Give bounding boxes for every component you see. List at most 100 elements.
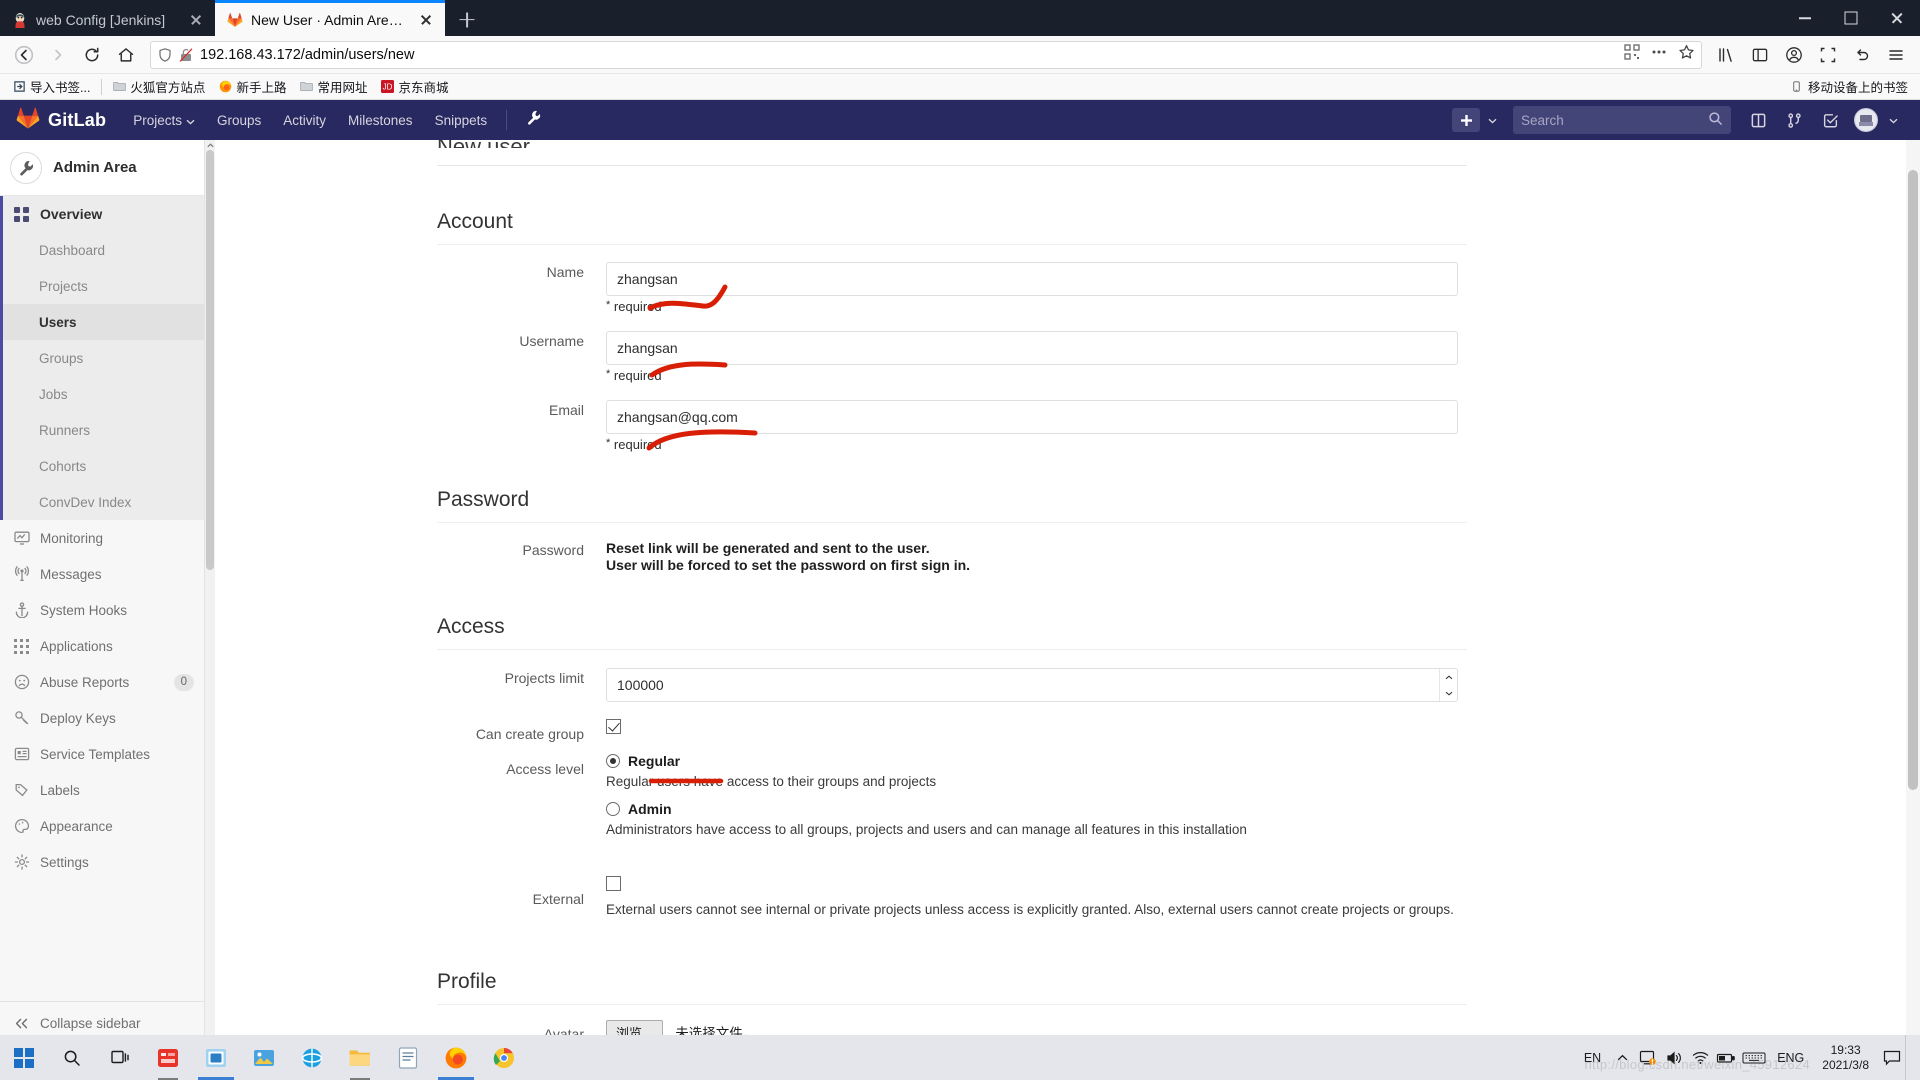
sidebar-context-header[interactable]: Admin Area <box>0 140 204 196</box>
page-scrollbar-thumb[interactable] <box>1908 170 1918 790</box>
sidebar-item-labels[interactable]: Labels <box>0 772 204 808</box>
sidebar-scrollbar-thumb[interactable] <box>206 150 214 570</box>
app-notepad-icon[interactable] <box>384 1035 432 1080</box>
gitlab-logo[interactable]: GitLab <box>8 106 122 134</box>
username-input[interactable]: zhangsan <box>606 331 1458 365</box>
name-input[interactable]: zhangsan <box>606 262 1458 296</box>
sidebar-item-settings[interactable]: Settings <box>0 844 204 880</box>
admin-radio[interactable] <box>606 802 620 816</box>
page-actions-icon[interactable] <box>1650 44 1668 65</box>
task-view-icon[interactable] <box>96 1035 144 1080</box>
close-icon[interactable] <box>417 11 435 29</box>
sidebar-item-service-templates[interactable]: Service Templates <box>0 736 204 772</box>
bookmark-mobile[interactable]: 移动设备上的书签 <box>1791 77 1914 96</box>
screenshot-icon[interactable] <box>1812 40 1844 70</box>
app-ie-icon[interactable] <box>288 1035 336 1080</box>
forward-icon[interactable] <box>42 40 74 70</box>
sidebar-item-system-hooks[interactable]: System Hooks <box>0 592 204 628</box>
status-badge: 0 <box>173 673 194 691</box>
nav-link-groups[interactable]: Groups <box>206 100 272 140</box>
can-create-group-checkbox[interactable] <box>606 719 621 735</box>
search-input[interactable]: Search <box>1513 106 1731 134</box>
site-identity[interactable] <box>157 47 194 63</box>
sidebar-group-overview: Overview Dashboard Projects Users Groups… <box>0 196 204 520</box>
sidebar-item-deploy-keys[interactable]: Deploy Keys <box>0 700 204 736</box>
sidebar-item-monitoring[interactable]: Monitoring <box>0 520 204 556</box>
regular-radio[interactable] <box>606 754 620 768</box>
nav-link-snippets[interactable]: Snippets <box>424 100 499 140</box>
app-firefox-icon[interactable] <box>432 1035 480 1080</box>
sidebar-item-abuse-reports[interactable]: Abuse Reports 0 <box>0 664 204 700</box>
nav-link-milestones[interactable]: Milestones <box>337 100 424 140</box>
user-menu-button[interactable] <box>1849 103 1883 137</box>
new-tab-button[interactable] <box>449 3 485 36</box>
sidebar-toggle-icon[interactable] <box>1744 40 1776 70</box>
email-input[interactable]: zhangsan@qq.com <box>606 400 1458 434</box>
sidebar-item-convdev-index[interactable]: ConvDev Index <box>3 484 204 520</box>
window-close-button[interactable] <box>1874 0 1920 36</box>
sidebar-item-overview[interactable]: Overview <box>3 196 204 232</box>
sidebar-item-runners[interactable]: Runners <box>3 412 204 448</box>
scroll-up-arrow-icon[interactable] <box>205 140 215 150</box>
taskbar-clock[interactable]: 19:33 2021/3/8 <box>1812 1043 1879 1073</box>
library-icon[interactable] <box>1710 40 1742 70</box>
search-icon[interactable] <box>48 1035 96 1080</box>
access-level-option-regular[interactable]: Regular <box>606 753 1606 769</box>
app-explorer-icon[interactable] <box>336 1035 384 1080</box>
bookmark-getting-started[interactable]: 新手上路 <box>212 75 293 98</box>
home-icon[interactable] <box>110 40 142 70</box>
admin-area-button[interactable] <box>515 109 552 131</box>
close-icon[interactable] <box>187 11 205 29</box>
sidebar-item-appearance[interactable]: Appearance <box>0 808 204 844</box>
todos-icon[interactable] <box>1813 103 1847 137</box>
app-vmware-icon[interactable] <box>192 1035 240 1080</box>
merge-requests-icon[interactable] <box>1777 103 1811 137</box>
sidebar-item-cohorts[interactable]: Cohorts <box>3 448 204 484</box>
hamburger-menu-icon[interactable] <box>1880 40 1912 70</box>
wrench-icon <box>525 109 542 131</box>
show-desktop-button[interactable] <box>1905 1035 1914 1080</box>
browser-tab-gitlab[interactable]: New User · Admin Area · GitLab <box>215 0 445 36</box>
sidebar-item-users[interactable]: Users <box>3 304 204 340</box>
reader-qr-icon[interactable] <box>1624 44 1640 65</box>
stepper-down-icon[interactable] <box>1440 685 1457 701</box>
maximize-button[interactable] <box>1828 0 1874 36</box>
sidebar-item-applications[interactable]: Applications <box>0 628 204 664</box>
nav-link-label: Projects <box>133 112 182 128</box>
app-video-icon[interactable] <box>144 1035 192 1080</box>
sidebar-item-messages[interactable]: Messages <box>0 556 204 592</box>
notification-icon[interactable] <box>1879 1035 1905 1080</box>
access-level-option-admin[interactable]: Admin <box>606 801 1606 817</box>
browser-tab-jenkins[interactable]: web Config [Jenkins] <box>0 3 215 36</box>
nav-link-projects[interactable]: Projects <box>122 100 206 140</box>
sidebar-scrollbar[interactable] <box>205 140 215 1045</box>
back-icon[interactable] <box>8 40 40 70</box>
windows-start-icon[interactable] <box>0 1035 48 1080</box>
sidebar-item-dashboard[interactable]: Dashboard <box>3 232 204 268</box>
new-dropdown-button[interactable] <box>1452 108 1480 132</box>
nav-link-activity[interactable]: Activity <box>272 100 337 140</box>
account-icon[interactable] <box>1778 40 1810 70</box>
issue-boards-icon[interactable] <box>1741 103 1775 137</box>
bookmark-jd[interactable]: JD 京东商城 <box>374 75 455 98</box>
reload-icon[interactable] <box>76 40 108 70</box>
bookmark-folder-common-sites[interactable]: 常用网址 <box>293 75 374 98</box>
external-checkbox[interactable] <box>606 876 621 892</box>
projects-limit-input[interactable]: 100000 <box>606 668 1458 702</box>
projects-limit-stepper[interactable] <box>1439 669 1457 701</box>
app-photos-icon[interactable] <box>240 1035 288 1080</box>
bookmark-star-icon[interactable] <box>1678 44 1695 66</box>
page-scrollbar[interactable] <box>1906 140 1920 1045</box>
address-bar[interactable]: 192.168.43.172/admin/users/new <box>150 40 1702 69</box>
bookmark-folder-firefox-site[interactable]: 火狐官方站点 <box>106 75 212 98</box>
sidebar-item-jobs[interactable]: Jobs <box>3 376 204 412</box>
stepper-up-icon[interactable] <box>1440 669 1457 685</box>
sidebar-item-projects[interactable]: Projects <box>3 268 204 304</box>
app-chrome-icon[interactable] <box>480 1035 528 1080</box>
minimize-button[interactable] <box>1782 0 1828 36</box>
chevron-down-icon[interactable] <box>1885 111 1898 129</box>
bookmark-import[interactable]: 导入书签... <box>6 75 97 98</box>
sidebar-item-groups[interactable]: Groups <box>3 340 204 376</box>
undo-icon[interactable] <box>1846 40 1878 70</box>
chevron-down-icon[interactable] <box>1482 111 1503 129</box>
